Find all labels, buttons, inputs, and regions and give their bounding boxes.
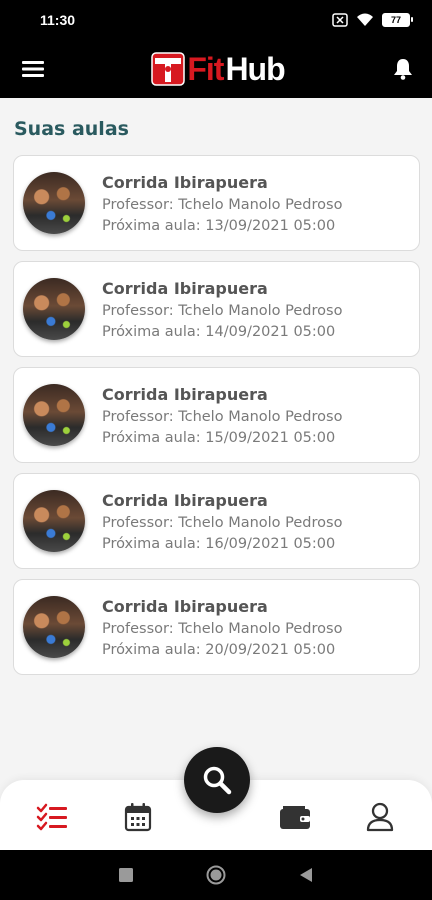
class-card[interactable]: Corrida Ibirapuera Professor: Tchelo Man… (13, 579, 420, 675)
class-title: Corrida Ibirapuera (102, 490, 268, 510)
class-card-text: Corrida Ibirapuera Professor: Tchelo Man… (102, 491, 342, 552)
class-next-date: Próxima aula: 13/09/2021 05:00 (102, 217, 336, 234)
class-avatar (23, 596, 85, 658)
class-avatar (23, 490, 85, 552)
recents-button[interactable] (116, 865, 136, 885)
class-next-date: Próxima aula: 16/09/2021 05:00 (102, 535, 336, 552)
nav-wallet[interactable] (278, 800, 312, 834)
class-next-date: Próxima aula: 14/09/2021 05:00 (102, 323, 336, 340)
class-avatar (23, 384, 85, 446)
battery-level: 77 (390, 15, 401, 25)
class-title: Corrida Ibirapuera (102, 172, 268, 192)
wallet-icon (280, 806, 310, 829)
user-icon (366, 802, 394, 832)
class-card-text: Corrida Ibirapuera Professor: Tchelo Man… (102, 279, 342, 340)
logo-text-fit: Fit (187, 50, 224, 87)
menu-button[interactable] (20, 56, 46, 82)
class-card[interactable]: Corrida Ibirapuera Professor: Tchelo Man… (13, 367, 420, 463)
class-teacher: Professor: Tchelo Manolo Pedroso (102, 408, 343, 425)
notifications-button[interactable] (390, 56, 416, 82)
app-logo: Fit Hub (151, 50, 286, 88)
nav-profile[interactable] (363, 800, 397, 834)
class-list: Corrida Ibirapuera Professor: Tchelo Man… (13, 155, 420, 685)
menu-icon (22, 61, 44, 77)
nav-classes[interactable] (35, 800, 69, 834)
class-title: Corrida Ibirapuera (102, 596, 268, 616)
class-card-text: Corrida Ibirapuera Professor: Tchelo Man… (102, 173, 342, 234)
class-teacher: Professor: Tchelo Manolo Pedroso (102, 196, 343, 213)
class-title: Corrida Ibirapuera (102, 384, 268, 404)
system-nav-bar (0, 850, 432, 900)
class-teacher: Professor: Tchelo Manolo Pedroso (102, 620, 343, 637)
section-title: Suas aulas (14, 118, 129, 140)
nav-calendar[interactable] (121, 800, 155, 834)
class-teacher: Professor: Tchelo Manolo Pedroso (102, 302, 343, 319)
class-teacher: Professor: Tchelo Manolo Pedroso (102, 514, 343, 531)
logo-emblem-icon (151, 52, 186, 86)
back-icon (300, 868, 312, 882)
search-icon (203, 766, 232, 795)
status-bar: 11:30 77 (0, 0, 432, 40)
home-button[interactable] (206, 865, 226, 885)
search-button[interactable] (184, 747, 250, 813)
status-icons: 77 (332, 13, 413, 27)
app-bar: Fit Hub (0, 40, 432, 98)
back-button[interactable] (296, 865, 316, 885)
checklist-icon (36, 803, 67, 831)
class-title: Corrida Ibirapuera (102, 278, 268, 298)
class-card[interactable]: Corrida Ibirapuera Professor: Tchelo Man… (13, 155, 420, 251)
class-card-text: Corrida Ibirapuera Professor: Tchelo Man… (102, 597, 342, 658)
logo-text-hub: Hub (225, 50, 285, 87)
calendar-icon (124, 803, 152, 832)
class-card[interactable]: Corrida Ibirapuera Professor: Tchelo Man… (13, 261, 420, 357)
home-icon (206, 865, 226, 885)
wifi-icon (356, 13, 374, 27)
recents-icon (119, 868, 133, 882)
class-avatar (23, 172, 85, 234)
class-card[interactable]: Corrida Ibirapuera Professor: Tchelo Man… (13, 473, 420, 569)
sim-off-icon (332, 13, 348, 27)
class-card-text: Corrida Ibirapuera Professor: Tchelo Man… (102, 385, 342, 446)
bell-icon (393, 59, 412, 80)
battery-icon: 77 (382, 13, 413, 27)
class-next-date: Próxima aula: 20/09/2021 05:00 (102, 641, 336, 658)
status-time: 11:30 (40, 12, 76, 28)
class-next-date: Próxima aula: 15/09/2021 05:00 (102, 429, 336, 446)
class-avatar (23, 278, 85, 340)
